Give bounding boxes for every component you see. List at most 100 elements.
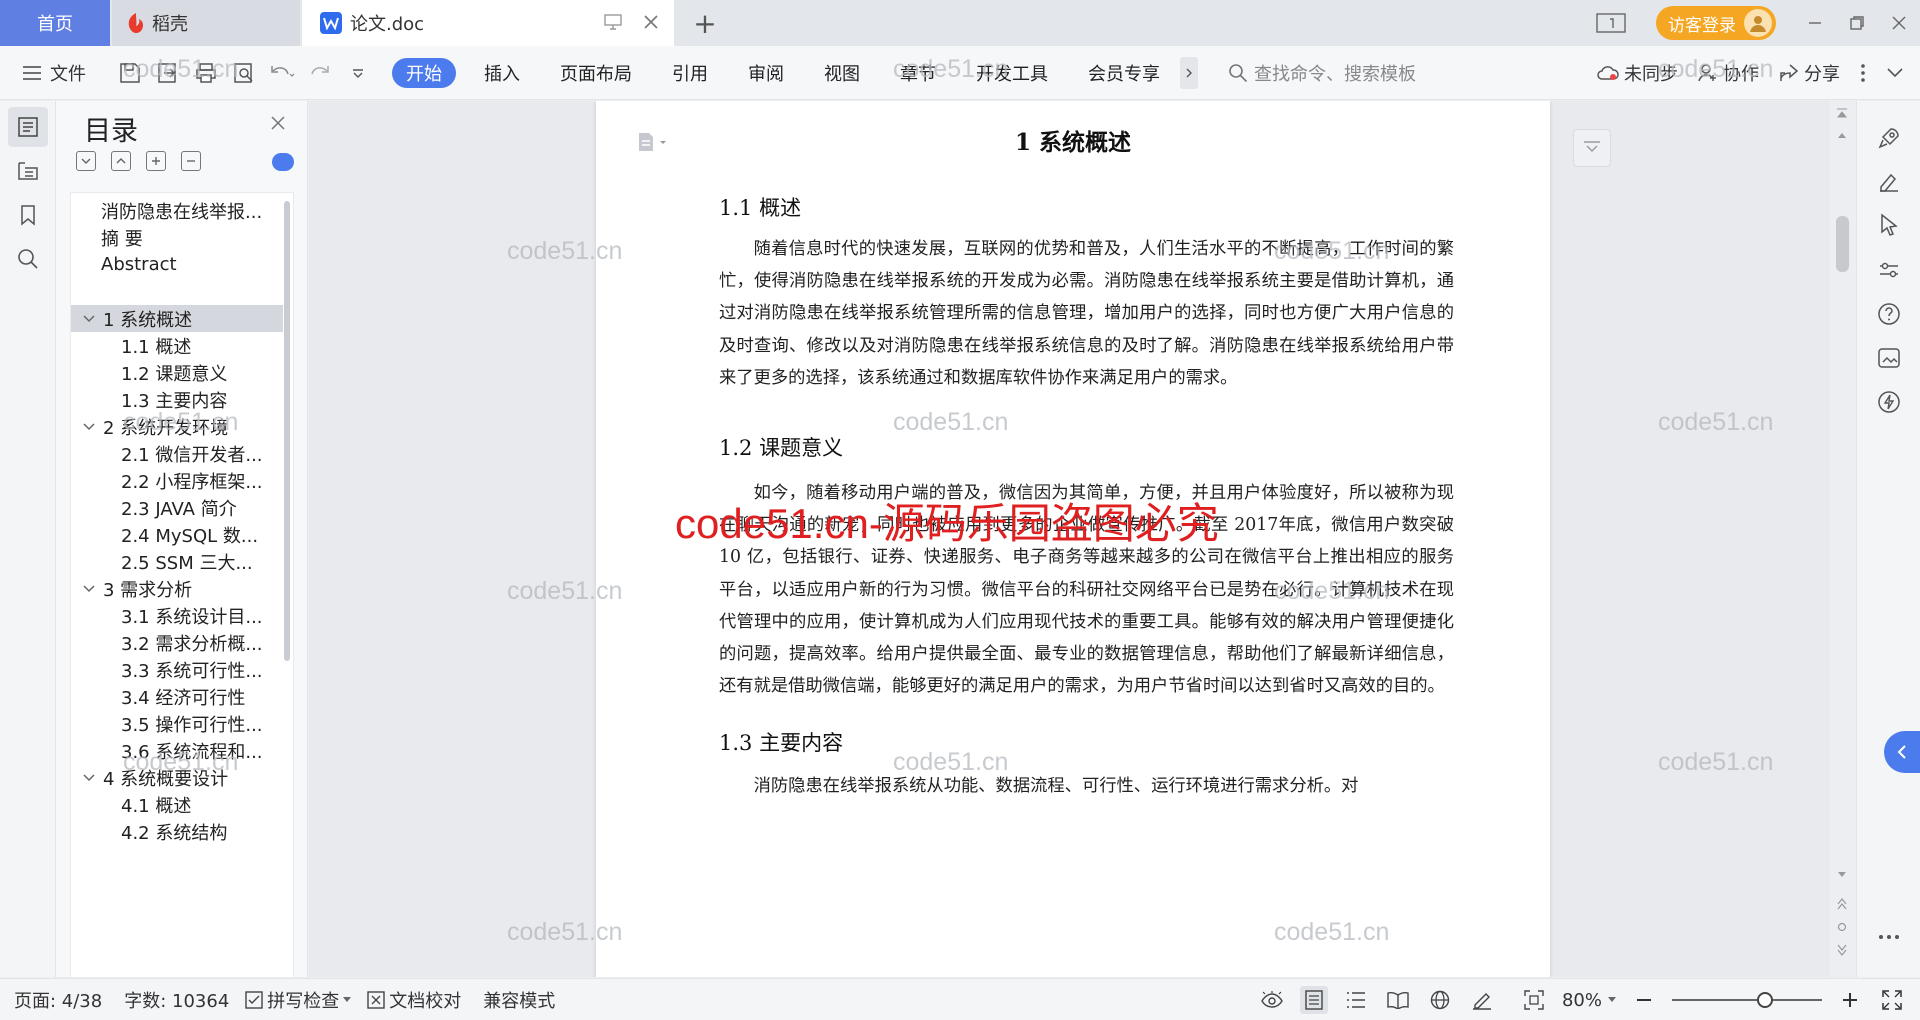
ribbon-tab-insert[interactable]: 插入 [464,58,540,88]
share-button[interactable]: 分享 [1779,60,1840,86]
ribbon-tab-view[interactable]: 视图 [804,58,880,88]
ribbon-tab-developer[interactable]: 开发工具 [956,58,1068,88]
word-count[interactable]: 字数: 10364 [124,987,229,1013]
toc-item[interactable]: 3 需求分析 [71,575,283,602]
document-scrollbar[interactable] [1830,101,1855,977]
rocket-icon[interactable] [1875,124,1903,152]
image-tools-icon[interactable] [1875,344,1903,372]
document-proofread-button[interactable]: 文档校对 [367,987,461,1013]
tab-home[interactable]: 首页 [0,0,110,46]
toc-item[interactable]: 3.4 经济可行性 [71,683,283,710]
toc-item[interactable]: 2.4 MySQL 数... [71,521,283,548]
collapse-sidebar-button[interactable] [1884,731,1920,773]
ai-assistant-icon[interactable] [272,153,294,171]
sync-status[interactable]: 未同步 [1597,60,1678,86]
page-view-icon[interactable] [1299,986,1328,1014]
chevron-down-icon[interactable] [81,584,97,593]
pen-icon[interactable] [1875,167,1903,195]
command-search[interactable]: 查找命令、搜索模板 [1228,60,1416,86]
close-window-button[interactable] [1878,0,1920,46]
page-indicator[interactable]: 页面: 4/38 [14,987,102,1013]
fit-width-icon[interactable] [1520,986,1548,1014]
export-icon[interactable] [152,57,184,89]
print-preview-icon[interactable] [228,57,260,89]
redo-icon[interactable] [304,57,336,89]
chevron-down-icon[interactable] [81,314,97,323]
zoom-knob[interactable] [1757,992,1773,1008]
toc-item[interactable]: 1.3 主要内容 [71,386,283,413]
ribbon-tab-references[interactable]: 引用 [652,58,728,88]
toc-item[interactable]: 1.2 课题意义 [71,359,283,386]
add-heading-icon[interactable] [146,151,166,171]
more-options-icon[interactable] [1860,63,1866,83]
spell-check-button[interactable]: 拼写检查 [245,987,352,1013]
energy-icon[interactable] [1875,388,1903,416]
minimize-button[interactable] [1794,0,1836,46]
toc-item[interactable]: 3.3 系统可行性... [71,656,283,683]
toc-close-icon[interactable] [270,115,286,131]
quick-access-more-icon[interactable] [342,57,374,89]
prev-page-icon[interactable] [1837,898,1847,910]
toc-item[interactable]: 3.2 需求分析概... [71,629,283,656]
toc-item[interactable]: 2.3 JAVA 简介 [71,494,283,521]
toc-item[interactable]: 2 系统开发环境 [71,413,283,440]
zoom-slider[interactable] [1672,990,1822,1010]
scroll-down-icon[interactable] [1837,871,1847,879]
reading-view-icon[interactable] [1384,986,1412,1014]
scroll-up-icon[interactable] [1837,131,1847,139]
toc-item[interactable]: 消防隐患在线举报... [71,197,283,224]
ribbon-tab-member[interactable]: 会员专享 [1068,58,1180,88]
select-pointer-icon[interactable] [1875,211,1903,239]
ribbon-more-icon[interactable] [1180,56,1198,89]
collapse-ribbon-icon[interactable] [1886,67,1904,79]
chevron-down-icon[interactable] [81,773,97,782]
fullscreen-icon[interactable] [1878,986,1906,1014]
new-tab-button[interactable]: + [690,0,720,46]
toc-item[interactable]: Abstract [71,251,283,278]
more-tools-icon[interactable] [1875,923,1903,951]
page-count-icon[interactable] [1596,13,1626,33]
toc-item[interactable]: 4 系统概要设计 [71,764,283,791]
toc-item[interactable]: 3.5 操作可行性... [71,710,283,737]
toc-scrollbar[interactable] [284,201,290,661]
toc-item[interactable]: 3.1 系统设计目... [71,602,283,629]
toc-item[interactable]: 2.5 SSM 三大... [71,548,283,575]
ribbon-tab-review[interactable]: 审阅 [728,58,804,88]
next-page-icon[interactable] [1837,944,1847,956]
expand-all-icon[interactable] [76,151,96,171]
tab-daoke[interactable]: 稻壳 [112,0,300,46]
toc-item[interactable]: 4.2 系统结构 [71,818,283,845]
toc-panel-icon[interactable] [8,107,48,147]
scroll-thumb[interactable] [1836,216,1849,272]
ribbon-tab-chapter[interactable]: 章节 [880,58,956,88]
remove-heading-icon[interactable] [181,151,201,171]
page-options-icon[interactable] [1573,129,1611,167]
toc-item[interactable]: 3.6 系统流程和... [71,737,283,764]
bookmark-icon[interactable] [8,195,48,235]
ribbon-tab-page-layout[interactable]: 页面布局 [540,58,652,88]
chevron-down-icon[interactable] [81,422,97,431]
toc-item[interactable]: 摘 要 [71,224,283,251]
restore-button[interactable] [1836,0,1878,46]
file-menu[interactable]: 文件 [22,60,86,86]
toc-item[interactable]: 4.1 概述 [71,791,283,818]
toc-item[interactable]: 1.1 概述 [71,332,283,359]
adjust-icon[interactable] [1875,256,1903,284]
help-icon[interactable] [1875,300,1903,328]
close-tab-icon[interactable] [642,13,660,31]
navigation-pane-icon[interactable] [8,151,48,191]
select-browse-icon[interactable] [1837,922,1847,932]
toc-item[interactable]: 2.2 小程序框架... [71,467,283,494]
collapse-all-icon[interactable] [111,151,131,171]
zoom-out-icon[interactable] [1630,986,1658,1014]
zoom-level-dropdown[interactable]: 80% [1562,990,1616,1011]
toc-item[interactable]: 2.1 微信开发者... [71,440,283,467]
ribbon-tab-start[interactable]: 开始 [392,57,456,88]
web-view-icon[interactable] [1426,986,1454,1014]
monitor-icon[interactable] [604,14,622,30]
tab-document[interactable]: 论文.doc [302,0,674,46]
write-mode-icon[interactable] [1468,986,1496,1014]
zoom-in-icon[interactable] [1836,986,1864,1014]
eye-protection-icon[interactable] [1258,986,1286,1014]
collaborate-button[interactable]: 协作 [1698,60,1759,86]
